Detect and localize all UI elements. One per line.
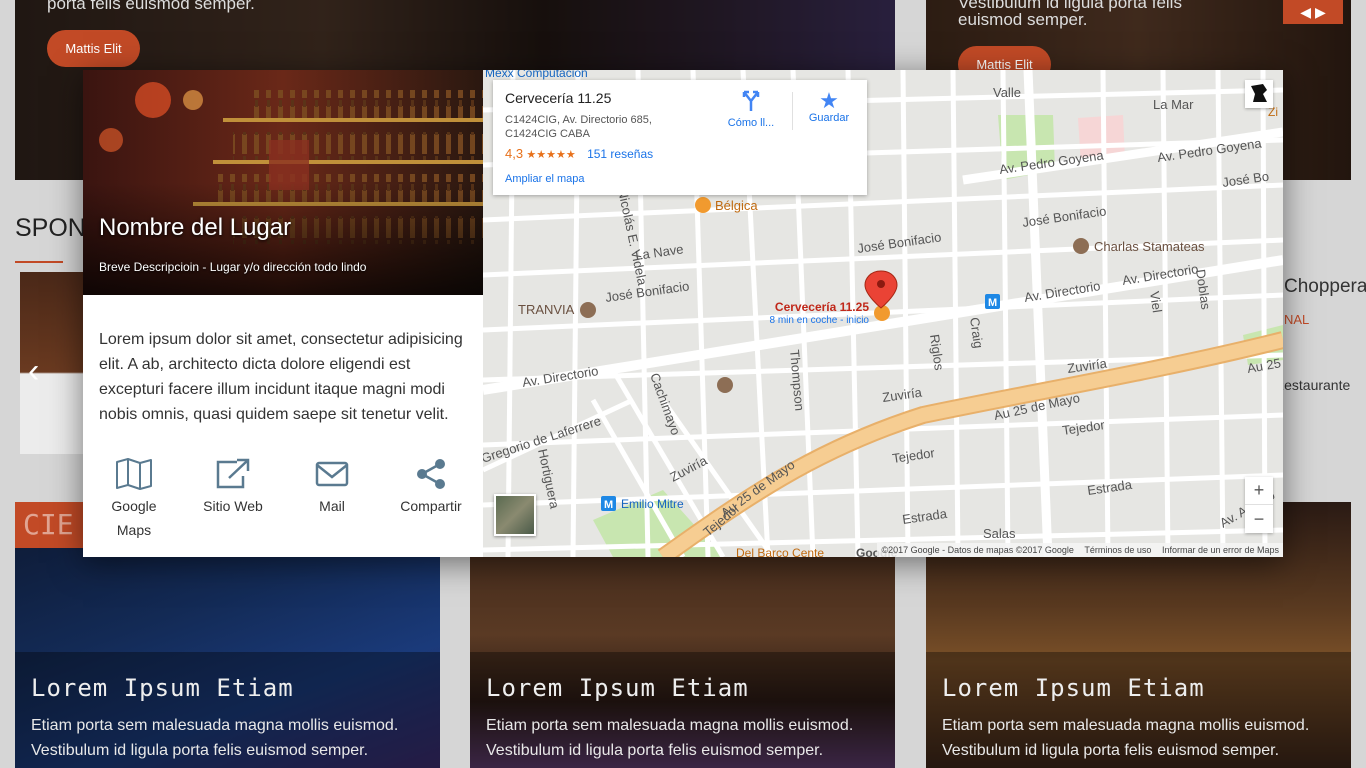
bg-next-arrow-button[interactable]: ◀ ▶: [1283, 0, 1343, 24]
poi-label: Del Barco Cente: [736, 546, 824, 557]
share-button[interactable]: Compartir: [391, 458, 471, 518]
restaurant-poi-icon[interactable]: [695, 197, 711, 213]
svg-text:M: M: [604, 499, 613, 511]
street-label: Viel: [1147, 290, 1165, 313]
directions-label: Cómo ll...: [727, 117, 775, 129]
action-label: Sitio Web: [203, 498, 263, 514]
place-hero-image: Nombre del Lugar Breve Descripcioin - Lu…: [83, 70, 483, 295]
map-terms-link[interactable]: Términos de uso: [1084, 545, 1151, 555]
bg-top-right-text-2: euismod semper.: [958, 10, 1088, 29]
satellite-toggle[interactable]: [494, 494, 536, 536]
directions-button[interactable]: Cómo ll...: [718, 90, 784, 129]
bg-card-title: Lorem Ipsum Etiam: [486, 674, 749, 702]
mail-button[interactable]: Mail: [292, 458, 372, 518]
bg-card-text: Etiam porta sem malesuada magna mollis e…: [31, 717, 399, 734]
bg-card-text: Etiam porta sem malesuada magna mollis e…: [942, 717, 1310, 734]
action-label: Compartir: [400, 498, 462, 514]
info-rating-value: 4,3: [505, 146, 524, 161]
poi-label: TRANVIA: [518, 302, 575, 317]
place-name: Nombre del Lugar: [99, 214, 292, 241]
bg-prev-arrow-icon[interactable]: ‹: [28, 354, 39, 388]
street-label: Valle: [993, 85, 1021, 100]
mail-icon: [315, 461, 349, 487]
museum-poi-icon[interactable]: [580, 302, 596, 318]
map-copyright: ©2017 Google - Datos de mapas ©2017 Goog…: [881, 545, 1074, 555]
map-report-link[interactable]: Informar de un error de Maps: [1162, 545, 1279, 555]
website-button[interactable]: Sitio Web: [193, 458, 273, 518]
star-icon: ★: [819, 88, 839, 113]
place-modal: Nombre del Lugar Breve Descripcioin - Lu…: [83, 70, 1283, 557]
bg-card-title: Lorem Ipsum Etiam: [942, 674, 1205, 702]
zoom-in-button[interactable]: +: [1245, 477, 1273, 505]
bg-section-heading: SPON: [15, 214, 86, 242]
google-maps-button[interactable]: Google Maps: [94, 458, 174, 542]
bg-card-text: Vestibulum id ligula porta felis euismod…: [942, 742, 1280, 759]
info-rating-row: 4,3 ★★★★★ 151 reseñas: [505, 146, 653, 161]
poi-label: Mexx Computacion: [485, 70, 588, 80]
larger-map-link[interactable]: Ampliar el mapa: [505, 173, 584, 185]
map-info-card: Cervecería 11.25 C1424CIG, Av. Directori…: [493, 80, 867, 195]
bg-category-banner: CIE: [15, 502, 91, 548]
church-poi-icon[interactable]: [1073, 238, 1089, 254]
bg-card-text: Etiam porta sem malesuada magna mollis e…: [486, 717, 854, 734]
info-reviews-link[interactable]: 151 reseñas: [587, 147, 653, 161]
directions-icon: [742, 90, 760, 111]
info-place-name: Cervecería 11.25: [505, 90, 612, 106]
bg-right-card-text: Restaurante: [1274, 377, 1351, 393]
bg-top-left-text: porta felis euismod semper.: [47, 0, 255, 13]
action-label: Mail: [319, 498, 345, 514]
save-label: Guardar: [808, 112, 850, 124]
landmark-poi-icon[interactable]: [717, 377, 733, 393]
poi-label: Charlas Stamateas: [1094, 239, 1205, 254]
action-label: Google Maps: [111, 498, 157, 538]
marker-sublabel: 8 min en coche - inicio: [770, 315, 870, 326]
external-link-icon: [216, 458, 250, 489]
save-button[interactable]: ★ Guardar: [798, 88, 860, 125]
google-map[interactable]: Valle La Mar Av. Pedro Goyena Av. Pedro …: [483, 70, 1283, 557]
bg-card-text: Vestibulum id ligula porta felis euismod…: [486, 742, 824, 759]
place-subtitle: Breve Descripcioin - Lugar y/o dirección…: [99, 260, 367, 274]
bg-card-text: Vestibulum id ligula porta felis euismod…: [31, 742, 369, 759]
poi-label: Bélgica: [715, 198, 758, 213]
poi-label: Emilio Mitre: [621, 497, 684, 511]
place-info-panel: Nombre del Lugar Breve Descripcioin - Lu…: [83, 70, 483, 557]
info-rating-stars: ★★★★★: [526, 149, 576, 161]
zoom-control: + −: [1245, 477, 1273, 533]
pegman-icon[interactable]: [1245, 80, 1273, 108]
svg-text:M: M: [988, 297, 997, 309]
bg-right-card-subtitle: NAL: [1284, 312, 1310, 327]
street-label: La Mar: [1153, 97, 1194, 112]
info-card-divider: [792, 92, 793, 130]
zoom-out-button[interactable]: −: [1245, 505, 1273, 533]
marker-label: Cervecería 11.25: [775, 300, 869, 314]
info-address: C1424CIG, Av. Directorio 685, C1424CIG C…: [505, 114, 652, 140]
place-description: Lorem ipsum dolor sit amet, consectetur …: [99, 331, 463, 423]
map-icon: [116, 458, 152, 490]
bg-right-card-title: Chopperas: [1284, 276, 1366, 297]
share-icon: [417, 459, 445, 489]
bg-section-underline: [15, 261, 63, 263]
street-label: Salas: [983, 526, 1016, 541]
bg-card-title: Lorem Ipsum Etiam: [31, 674, 294, 702]
map-footer: ©2017 Google - Datos de mapas ©2017 Goog…: [877, 543, 1283, 557]
bg-mattis-button-left[interactable]: Mattis Elit: [47, 30, 140, 67]
